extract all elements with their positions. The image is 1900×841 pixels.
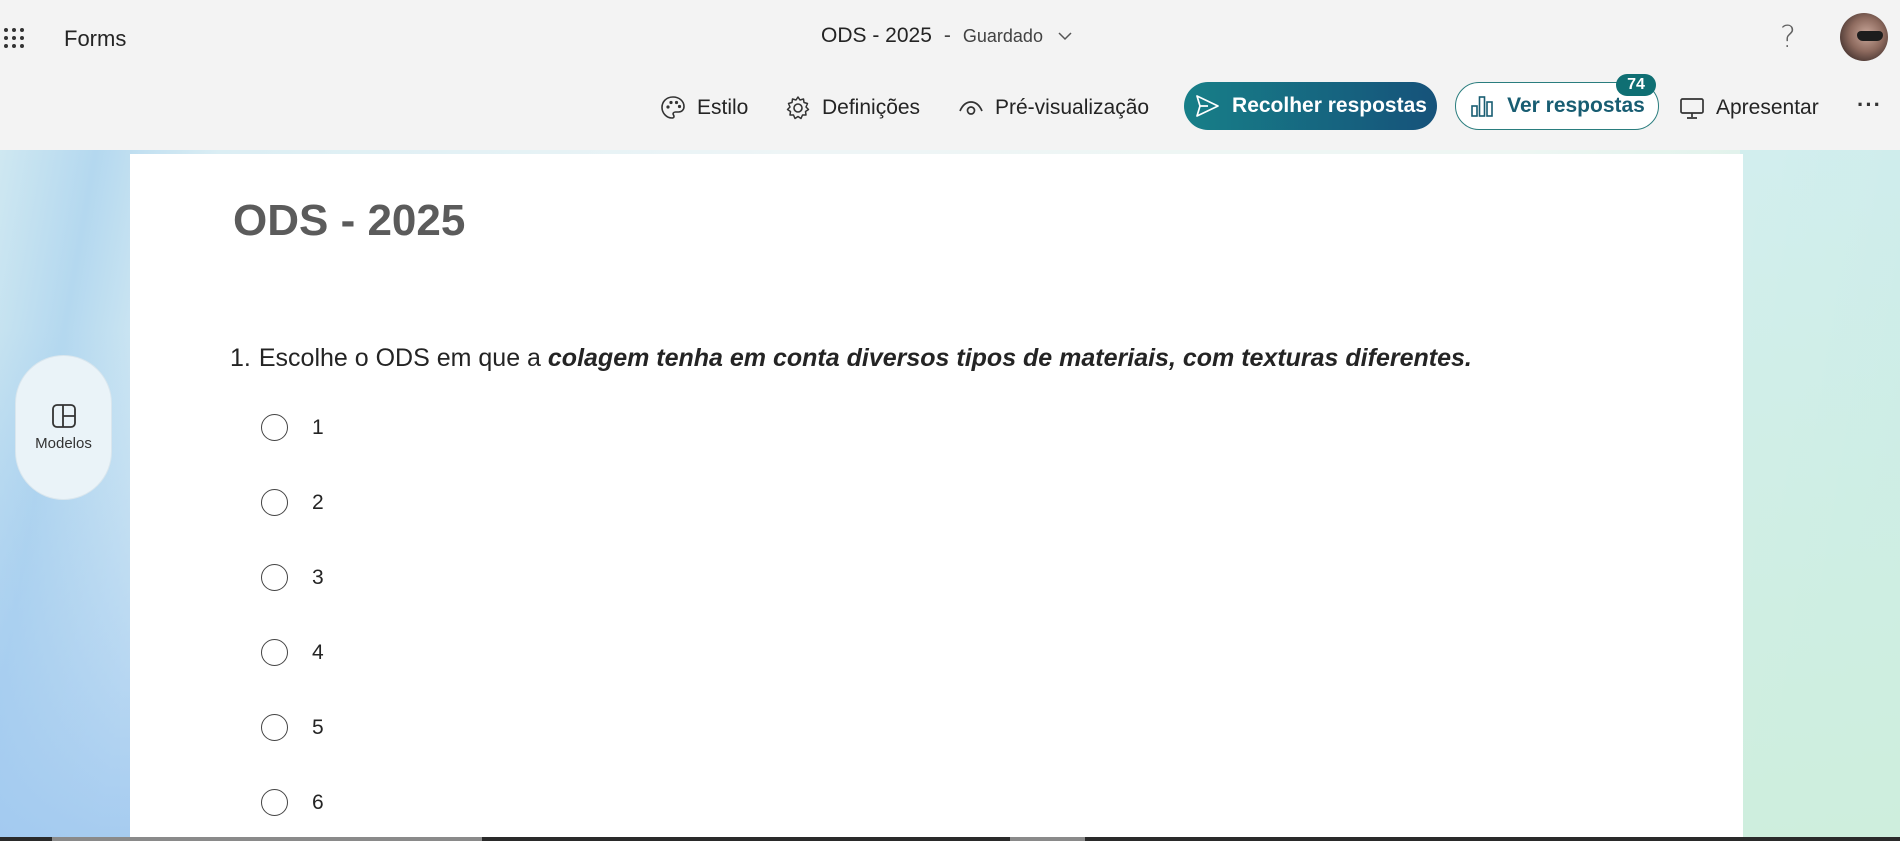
settings-button[interactable]: Definições bbox=[784, 94, 920, 122]
eye-icon bbox=[959, 101, 983, 115]
option-label: 5 bbox=[312, 715, 324, 739]
view-responses-label: Ver respostas bbox=[1507, 94, 1645, 117]
layout-icon bbox=[51, 404, 76, 428]
save-status: Guardado bbox=[962, 25, 1043, 46]
chart-icon bbox=[1471, 96, 1493, 117]
option-5[interactable]: 5 bbox=[261, 714, 324, 741]
radio-button[interactable] bbox=[261, 564, 288, 591]
app-launcher-icon[interactable] bbox=[2, 26, 28, 52]
present-icon bbox=[1680, 98, 1704, 119]
chevron-down-icon bbox=[1058, 32, 1072, 41]
document-title: ODS - 2025 bbox=[821, 24, 932, 47]
question-1[interactable]: 1. Escolhe o ODS em que a colagem tenha e… bbox=[230, 344, 1472, 373]
option-1[interactable]: 1 bbox=[261, 414, 324, 441]
responses-count-badge: 74 bbox=[1616, 74, 1656, 96]
option-2[interactable]: 2 bbox=[261, 489, 324, 516]
question-text-emphasis: colagem tenha em conta diversos tipos de… bbox=[547, 344, 1472, 372]
send-icon bbox=[1196, 95, 1219, 117]
taskbar-edge bbox=[0, 837, 1900, 841]
radio-button[interactable] bbox=[261, 789, 288, 816]
preview-button[interactable]: Pré-visualização bbox=[957, 94, 1149, 122]
avatar[interactable] bbox=[1840, 13, 1888, 61]
question-text: Escolhe o ODS em que a bbox=[258, 344, 548, 372]
style-label: Estilo bbox=[697, 96, 749, 119]
help-icon[interactable]: ? bbox=[1780, 20, 1796, 55]
title-separator: - bbox=[943, 24, 951, 47]
templates-button[interactable]: Modelos bbox=[15, 355, 112, 500]
document-title-menu[interactable]: ODS - 2025 - Guardado bbox=[821, 24, 1073, 48]
option-6[interactable]: 6 bbox=[261, 789, 324, 816]
option-label: 4 bbox=[312, 640, 324, 664]
option-label: 1 bbox=[312, 415, 324, 439]
present-label: Apresentar bbox=[1716, 96, 1819, 119]
option-4[interactable]: 4 bbox=[261, 639, 324, 666]
background-right-glow bbox=[1740, 150, 1900, 841]
question-number: 1. bbox=[230, 344, 251, 372]
app-name[interactable]: Forms bbox=[64, 26, 126, 52]
radio-button[interactable] bbox=[261, 639, 288, 666]
option-label: 6 bbox=[312, 790, 324, 814]
collect-responses-label: Recolher respostas bbox=[1232, 94, 1427, 117]
preview-label: Pré-visualização bbox=[995, 96, 1150, 119]
option-label: 3 bbox=[312, 565, 324, 589]
gear-icon bbox=[786, 96, 810, 120]
form-title[interactable]: ODS - 2025 bbox=[233, 196, 465, 246]
form-canvas: ODS - 2025 1. Escolhe o ODS em que a cola… bbox=[130, 154, 1743, 841]
radio-button[interactable] bbox=[261, 489, 288, 516]
collect-responses-button[interactable]: Recolher respostas bbox=[1184, 82, 1437, 130]
style-button[interactable]: Estilo bbox=[659, 94, 748, 122]
settings-label: Definições bbox=[822, 96, 921, 119]
radio-button[interactable] bbox=[261, 714, 288, 741]
more-options-icon[interactable]: ··· bbox=[1857, 92, 1882, 118]
option-label: 2 bbox=[312, 490, 324, 514]
top-bar: Forms ODS - 2025 - Guardado ? Estilo Def… bbox=[0, 0, 1900, 150]
palette-icon bbox=[661, 96, 685, 119]
present-button[interactable]: Apresentar bbox=[1678, 94, 1819, 122]
templates-label: Modelos bbox=[35, 435, 92, 452]
radio-button[interactable] bbox=[261, 414, 288, 441]
option-3[interactable]: 3 bbox=[261, 564, 324, 591]
